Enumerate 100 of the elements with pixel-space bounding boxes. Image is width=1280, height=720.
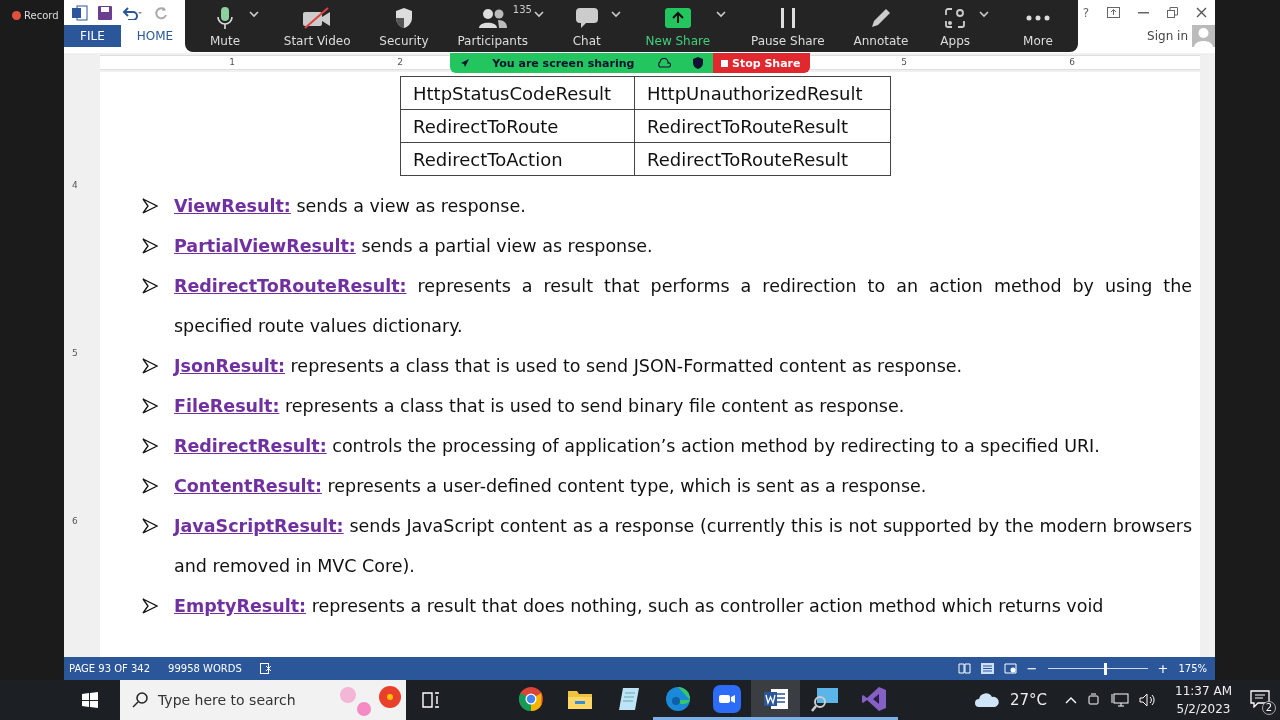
temperature[interactable]: 27°C [1009,691,1048,709]
bullet-text: EmptyResult: represents a result that does nothing, such as controller action method which returns void [174,595,1105,618]
search-placeholder: Type here to search [158,692,296,708]
ruler-number: 4 [72,180,78,190]
web-layout-icon[interactable] [1003,663,1017,674]
arrow-bullet-icon [142,238,158,254]
arrow-bullet-icon [142,278,158,294]
bullet-text: RedirectToRouteResult: represents a result that performs a redirection to an action method by using the specified route values dictionary. [174,275,1192,338]
pin-icon[interactable] [460,58,470,68]
network-icon[interactable] [1111,693,1130,707]
toolbar-button[interactable]: Mute [201,0,261,52]
video-off-icon [302,7,333,29]
print-layout-icon[interactable] [980,663,994,674]
zoom-out-button[interactable]: − [1026,661,1038,676]
help-button[interactable]: ? [1082,5,1089,20]
ribbon-tab[interactable]: FILE [64,25,121,47]
arrow-bullet-icon [142,198,158,214]
toolbar-button[interactable]: Pause Share [744,0,831,52]
stop-share-button[interactable]: Stop Share [713,53,810,73]
caret-icon[interactable] [249,10,259,18]
shield-icon [693,57,703,69]
word-count[interactable]: 99958 WORDS [168,663,242,674]
word-app-icon [762,686,789,711]
table-cell: RedirectToAction [400,142,635,176]
shield-icon [394,7,414,29]
visual-studio-icon [860,685,887,712]
ruler-number: 5 [900,57,908,67]
toolbar-button[interactable]: Chat [562,0,623,52]
toolbar-button[interactable]: More [1008,0,1068,52]
task-view-icon[interactable] [422,692,440,708]
ruler-number: 6 [1068,57,1076,67]
toolbar-button[interactable]: Annotate [847,0,915,52]
apps-icon [944,7,967,29]
bullet-text: RedirectResult: controls the processing of application’s action method by redirecting to a specified URI. [174,435,1101,458]
bullet-text: ContentResult: represents a user-defined content type, which is sent as a response. [174,475,928,498]
toolbar-button[interactable]: Security [373,0,435,52]
caret-icon[interactable] [979,10,990,18]
caret-icon[interactable] [716,10,727,18]
camera-icon[interactable] [1087,693,1102,707]
slider-thumb[interactable] [1103,662,1107,675]
arrow-bullet-icon [142,518,158,534]
read-mode-icon[interactable] [957,663,971,674]
bullet-text: JavaScriptResult: sends JavaScript content as a response (currently this is not supported by the modern browsers and removed in MVC Core). [174,515,1192,578]
sharing-status: You are screen sharing [492,56,635,70]
cloud-icon [656,58,671,68]
clock-date[interactable]: 5/2/2023 [1176,700,1231,718]
toolbar-button[interactable]: Apps [931,0,992,52]
toolbar-button[interactable]: Participants 135 [451,0,546,52]
word-logo-icon [72,4,88,21]
page-count[interactable]: PAGE 93 OF 342 [69,663,151,674]
chevron-up-icon[interactable] [1065,696,1078,704]
caret-icon[interactable] [610,10,621,18]
arrow-bullet-icon [142,478,158,494]
toolbar-button[interactable]: Start Video [277,0,357,52]
zoom-level[interactable]: 175% [1178,663,1207,674]
ribbon-display-icon[interactable] [1107,7,1120,18]
search-field[interactable]: Type here to search [120,680,406,720]
arrow-bullet-icon [142,598,158,614]
table-cell: HttpStatusCodeResult [400,76,635,110]
arrow-bullet-icon [142,358,158,374]
zoom-app-icon [712,684,741,713]
arrow-bullet-icon [142,398,158,414]
bullet-text: PartialViewResult: sends a partial view as response. [174,235,654,258]
cloud-icon[interactable] [973,692,1000,708]
save-icon[interactable] [98,5,112,20]
sign-in-link[interactable]: Sign in [1147,29,1188,43]
taskbar-app[interactable] [751,680,800,720]
table-cell: RedirectToRouteResult [634,142,891,176]
clock-time[interactable]: 11:37 AM [1175,682,1232,700]
chrome-icon [517,685,544,712]
bullet-text: ViewResult: sends a view as response. [174,195,527,218]
toolbar-button[interactable]: New Share [639,0,729,52]
ruler-number: 6 [72,516,78,526]
pencil-icon [869,7,892,29]
notepad-icon [616,685,641,712]
pause-icon [778,8,797,28]
remote-desktop-icon [810,685,839,712]
participant-count: 135 [512,4,532,15]
undo-icon[interactable] [122,5,144,20]
share-screen-icon [664,8,691,28]
notification-count: 2 [1262,700,1276,715]
bullet-text: JsonResult: represents a class that is used to send JSON-Formatted content as response. [174,355,964,378]
microphone-icon [217,6,233,30]
record-icon [12,11,21,20]
search-icon [132,692,148,708]
zoom-in-button[interactable]: + [1157,661,1169,676]
volume-icon[interactable] [1139,693,1158,707]
table-cell: HttpUnauthorizedResult [634,76,891,110]
windows-start-icon[interactable] [82,692,98,708]
proofing-icon[interactable] [259,663,272,674]
table-cell: RedirectToRouteResult [634,109,891,143]
bullet-text: FileResult: represents a class that is used to send binary file content as response. [174,395,906,418]
scrollbar[interactable] [1200,72,1215,657]
close-icon[interactable] [1196,7,1207,18]
caret-icon[interactable] [533,10,544,18]
more-icon [1026,15,1050,21]
ruler-number: 5 [72,348,78,358]
minimize-icon[interactable] [1138,11,1149,14]
restore-icon[interactable] [1167,7,1178,18]
table-cell: RedirectToRoute [400,109,635,143]
